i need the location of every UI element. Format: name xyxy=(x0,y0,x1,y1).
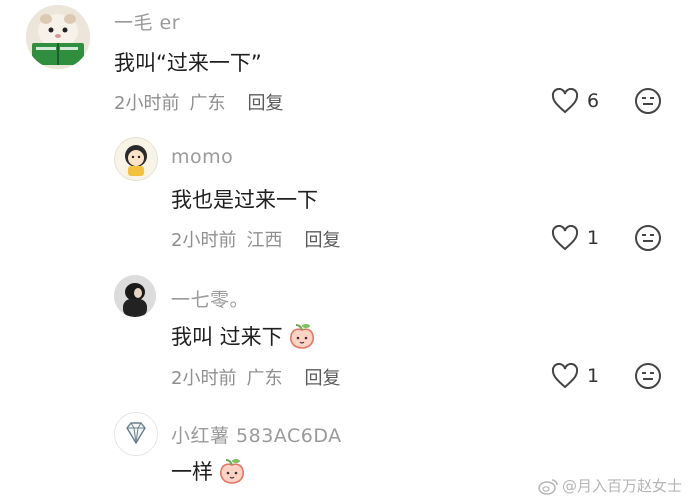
username[interactable]: 小红薯 583AC6DA xyxy=(171,421,342,448)
like-button[interactable]: 1 xyxy=(551,225,599,251)
comment-meta: 2小时前 江西 回复 xyxy=(171,226,340,252)
neutral-face-icon xyxy=(635,88,661,114)
comment-text-row: 我叫 过来下 xyxy=(171,321,317,351)
dark-figure-avatar-icon xyxy=(114,275,156,317)
comment-meta: 2小时前 广东 回复 xyxy=(171,364,340,390)
neutral-face-icon xyxy=(635,363,661,389)
reply-button[interactable]: 回复 xyxy=(304,364,340,390)
avatar[interactable] xyxy=(26,5,90,69)
heart-outline-icon xyxy=(551,88,579,114)
watermark: @月入百万赵女士 xyxy=(537,475,682,496)
username[interactable]: 一毛 er xyxy=(114,8,180,35)
heart-outline-icon xyxy=(551,363,579,389)
comment-location: 江西 xyxy=(246,230,283,251)
comment-text: 一样 xyxy=(171,460,213,484)
like-button[interactable]: 1 xyxy=(551,363,599,389)
reply-button[interactable]: 回复 xyxy=(247,89,283,115)
dislike-button[interactable] xyxy=(634,224,662,256)
neutral-face-icon xyxy=(635,225,661,251)
comment-time: 2小时前 xyxy=(171,368,237,389)
hamster-avatar-icon xyxy=(26,5,90,69)
peach-emoji-icon xyxy=(289,324,314,349)
peach-emoji-icon xyxy=(220,459,244,484)
avatar[interactable] xyxy=(114,137,158,181)
reply-button[interactable]: 回复 xyxy=(304,226,340,252)
avatar[interactable] xyxy=(114,412,158,456)
like-count: 1 xyxy=(587,365,600,387)
comment-location: 广东 xyxy=(189,93,226,114)
weibo-logo-icon xyxy=(538,478,558,495)
heart-outline-icon xyxy=(551,225,579,251)
username[interactable]: momo xyxy=(171,146,233,168)
comment-location: 广东 xyxy=(246,368,283,389)
avatar[interactable] xyxy=(114,275,156,317)
comment-meta: 2小时前 广东 回复 xyxy=(114,89,283,115)
comment-time: 2小时前 xyxy=(114,93,180,114)
comment-text-row: 一样 xyxy=(171,456,247,486)
dislike-button[interactable] xyxy=(634,87,662,119)
like-count: 6 xyxy=(587,90,600,112)
cartoon-girl-avatar-icon xyxy=(115,138,157,180)
watermark-text: @月入百万赵女士 xyxy=(561,477,682,495)
diamond-avatar-icon xyxy=(115,413,157,455)
comment-time: 2小时前 xyxy=(171,230,237,251)
comment-text: 我叫 过来下 xyxy=(171,325,283,349)
like-button[interactable]: 6 xyxy=(551,88,599,114)
comment-text: 我也是过来一下 xyxy=(171,188,318,212)
comment-text: 我叫“过来一下” xyxy=(114,51,262,75)
dislike-button[interactable] xyxy=(634,362,662,394)
like-count: 1 xyxy=(587,227,600,249)
username[interactable]: 一七零。 xyxy=(171,285,249,312)
